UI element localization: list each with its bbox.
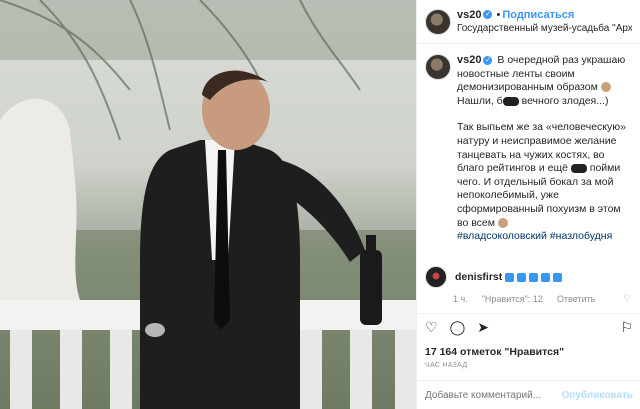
share-icon[interactable]: ➤: [477, 319, 489, 336]
censored-blur: [502, 96, 519, 106]
post-timestamp: ЧАС НАЗАД: [425, 362, 468, 369]
person-emoji-icon: [600, 82, 611, 93]
bookmark-icon[interactable]: ⚐: [620, 319, 633, 336]
location-link[interactable]: Государственный музей-усадьба "Архангель…: [457, 22, 632, 35]
heart-icon[interactable]: ♡: [425, 319, 438, 336]
commenter-avatar[interactable]: [425, 266, 447, 288]
caption-hashtags[interactable]: #владсоколовский #назлобудня: [457, 230, 612, 242]
comment-reply[interactable]: Ответить: [557, 294, 595, 304]
badge-icon: [517, 272, 527, 282]
commenter-username[interactable]: denisfirst: [455, 271, 502, 283]
caption-paragraph-1-end: вечного злодея...): [521, 94, 609, 107]
publish-button[interactable]: Опубликовать: [562, 390, 633, 401]
caption-verified-icon: ✓: [483, 55, 493, 65]
post-sidebar: vs20 ✓ • Подписаться Государственный музей-…: [416, 0, 640, 409]
comment-row: denisfirst: [425, 266, 563, 288]
separator-dot: •: [496, 8, 501, 21]
comment-time: 1 ч.: [453, 293, 468, 304]
photo-illustration: [0, 0, 416, 409]
emoji-icon: [497, 217, 508, 228]
comment-icon[interactable]: ◯: [450, 319, 466, 336]
comment-likes[interactable]: "Нравится": 12: [482, 294, 543, 304]
censored-blur-2: [570, 163, 587, 173]
caption-text: vs20 ✓ В очередной раз украшаю новостные …: [457, 54, 632, 257]
badge-icon: [553, 272, 563, 282]
badge-icon: [529, 272, 539, 282]
badge-icon: [541, 272, 551, 282]
caption-avatar[interactable]: [425, 54, 451, 80]
caption-paragraph-1: В очередной раз украшаю новостные ленты …: [457, 54, 626, 94]
comment-input[interactable]: [425, 389, 562, 401]
post-header: vs20 ✓ • Подписаться Государственный музей-…: [417, 0, 640, 44]
instagram-post: vs20 ✓ • Подписаться Государственный музей-…: [0, 0, 640, 409]
caption-paragraph-1-tail: Нашли, б: [457, 94, 503, 107]
author-username[interactable]: vs20: [457, 9, 481, 21]
badge-icon: [505, 272, 515, 282]
verified-badge-icon: ✓: [483, 10, 493, 20]
action-bar: ♡ ◯ ➤ ⚐: [417, 313, 640, 341]
comment-heart-icon[interactable]: ♡: [623, 293, 631, 304]
caption-username[interactable]: vs20: [457, 54, 481, 66]
add-comment-bar: Опубликовать: [417, 380, 640, 409]
caption-block: vs20 ✓ В очередной раз украшаю новостные …: [417, 44, 640, 257]
follow-button[interactable]: Подписаться: [502, 9, 574, 21]
author-avatar[interactable]: [425, 8, 451, 35]
likes-count[interactable]: 17 164 отметок "Нравится": [425, 346, 564, 358]
comment-meta: 1 ч. "Нравится": 12 Ответить ♡: [453, 293, 631, 304]
post-photo[interactable]: [0, 0, 416, 409]
header-text: vs20 ✓ • Подписаться Государственный музей-…: [457, 9, 632, 35]
